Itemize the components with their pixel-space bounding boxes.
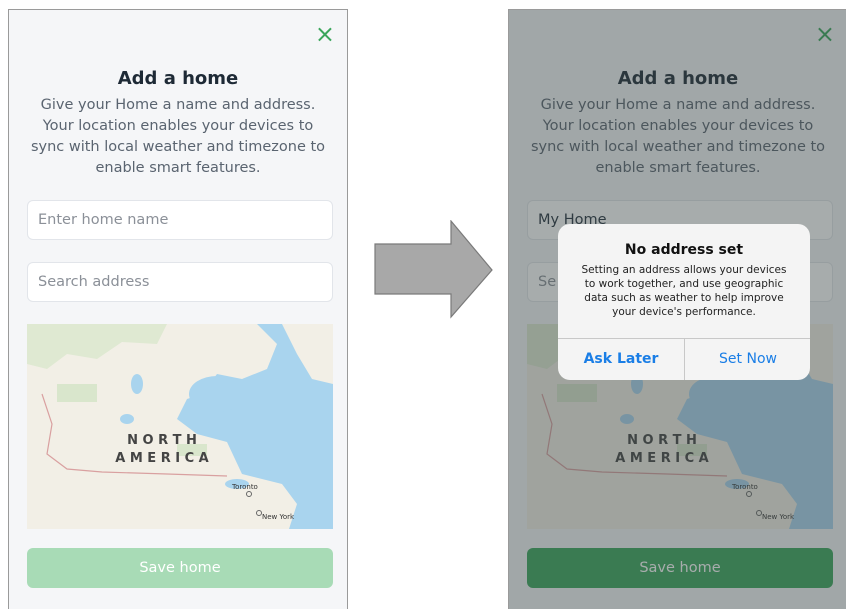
home-name-input[interactable]: Enter home name — [27, 200, 333, 240]
map-city-label: New York — [262, 513, 295, 521]
alert-message-line: to work together, and use geographic — [584, 278, 784, 290]
subtitle-line: enable smart features. — [95, 160, 261, 176]
alert-message-line: data such as weather to help improve — [584, 292, 784, 304]
alert-message-line: Setting an address allows your devices — [581, 264, 787, 276]
no-address-alert: No address set Setting an address allows… — [558, 224, 810, 380]
ask-later-button[interactable]: Ask Later — [558, 339, 684, 380]
map-region-label: N O R T H — [127, 433, 197, 448]
page-title: Add a home — [117, 68, 239, 89]
map-view[interactable]: N O R T H A M E R I C A Toronto New York — [27, 324, 333, 529]
add-home-screen-before: × Add a home Give your Home a name and a… — [8, 9, 348, 609]
alert-message: Setting an address allows your devices t… — [570, 263, 798, 319]
save-home-button[interactable]: Save home — [27, 548, 333, 588]
set-now-button[interactable]: Set Now — [685, 339, 810, 380]
subtitle-line: Give your Home a name and address. — [40, 97, 316, 113]
address-search-input[interactable]: Search address — [27, 262, 333, 302]
close-icon[interactable]: × — [315, 22, 335, 46]
alert-message-line: your device's performance. — [612, 306, 756, 318]
right-arrow-icon — [374, 220, 493, 319]
map-city-label: Toronto — [231, 483, 258, 491]
subtitle-line: Your location enables your devices to — [42, 118, 314, 134]
subtitle-line: sync with local weather and timezone to — [30, 139, 326, 155]
map-region-label: A M E R I C A — [115, 451, 208, 466]
page-subtitle: Give your Home a name and address. Your … — [9, 95, 347, 179]
alert-title: No address set — [624, 242, 744, 258]
